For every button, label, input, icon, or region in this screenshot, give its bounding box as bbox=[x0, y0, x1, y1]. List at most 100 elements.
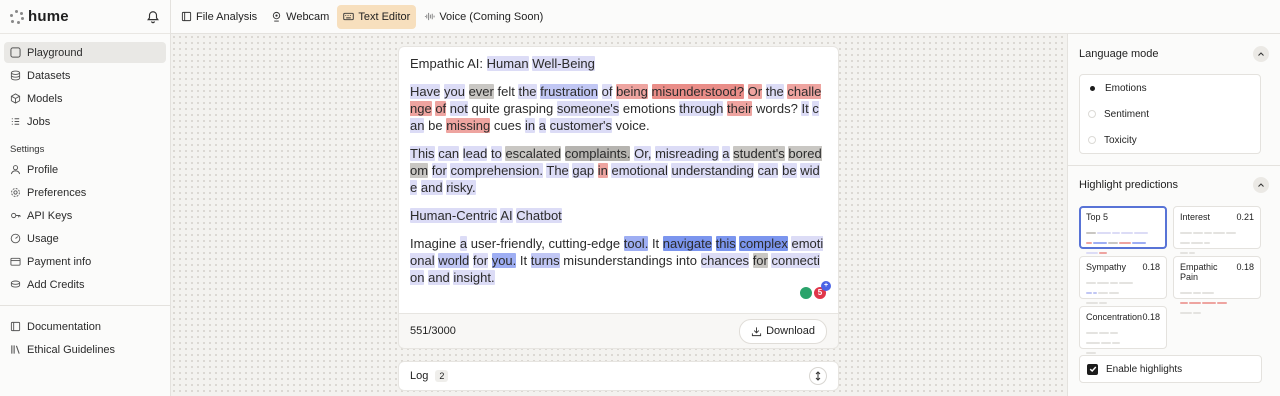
highlighted-word: risky. bbox=[446, 180, 476, 195]
sidebar-item-add-credits[interactable]: Add Credits bbox=[4, 274, 166, 295]
mode-tabs: File Analysis Webcam Text Editor Voice (… bbox=[171, 0, 1280, 34]
highlighted-word: quite bbox=[471, 101, 500, 116]
radio-sentiment[interactable]: Sentiment bbox=[1080, 101, 1260, 127]
enable-highlights-toggle[interactable]: Enable highlights bbox=[1079, 355, 1262, 383]
highlighted-word: understanding bbox=[671, 163, 754, 178]
database-icon bbox=[10, 70, 21, 81]
logo-text[interactable]: hume bbox=[28, 8, 69, 25]
highlighted-word: through bbox=[679, 101, 724, 116]
highlighted-word: Human bbox=[486, 56, 529, 71]
editor-footer: 551/3000 Download bbox=[398, 314, 839, 349]
sidebar-item-api-keys[interactable]: API Keys bbox=[4, 205, 166, 226]
tab-label: Text Editor bbox=[358, 10, 411, 23]
highlight-predictions-header[interactable]: Highlight predictions bbox=[1068, 166, 1280, 204]
sidebar-item-label: Documentation bbox=[27, 320, 101, 333]
sidebar-item-payment-info[interactable]: Payment info bbox=[4, 251, 166, 272]
sidebar-item-label: Jobs bbox=[27, 115, 51, 128]
editor-paragraph-2: This can lead to escalated complaints. O… bbox=[410, 145, 826, 196]
expand-icon[interactable] bbox=[809, 367, 827, 385]
highlighted-word: for bbox=[472, 253, 489, 268]
suggestions-badge[interactable]: 5 + bbox=[812, 281, 831, 301]
highlighted-word: Well-Being bbox=[532, 56, 595, 71]
highlighted-word: It bbox=[801, 101, 809, 116]
log-panel[interactable]: Log 2 bbox=[398, 361, 839, 391]
highlighted-word: navigate bbox=[662, 236, 712, 251]
main-nav: Playground Datasets Models Jobs bbox=[0, 34, 170, 132]
highlighted-word: insight. bbox=[453, 270, 495, 285]
sidebar: hume Playground Datasets Models Jobs Set… bbox=[0, 0, 171, 396]
highlighted-word: you. bbox=[491, 253, 517, 268]
sidebar-item-usage[interactable]: Usage bbox=[4, 228, 166, 249]
highlighted-word: Or bbox=[747, 84, 763, 99]
sidebar-item-jobs[interactable]: Jobs bbox=[4, 111, 166, 132]
settings-nav: Profile Preferences API Keys Usage Payme… bbox=[0, 159, 170, 295]
settings-panel: Language mode Emotions Sentiment Toxicit… bbox=[1067, 34, 1280, 396]
highlighted-word: felt bbox=[497, 84, 515, 99]
highlighted-word: voice. bbox=[615, 118, 650, 133]
radio-toxicity[interactable]: Toxicity bbox=[1080, 127, 1260, 153]
radio-emotions[interactable]: Emotions bbox=[1080, 75, 1260, 101]
highlighted-word: you bbox=[443, 84, 465, 99]
language-mode-header[interactable]: Language mode bbox=[1068, 34, 1280, 74]
highlighted-word: the bbox=[518, 84, 537, 99]
tab-file-analysis[interactable]: File Analysis bbox=[175, 5, 263, 29]
tab-voice[interactable]: Voice (Coming Soon) bbox=[418, 5, 549, 29]
language-mode-options: Emotions Sentiment Toxicity bbox=[1079, 74, 1261, 154]
highlighted-word: frustration bbox=[540, 84, 598, 99]
download-button[interactable]: Download bbox=[739, 318, 827, 344]
highlighted-word: turns bbox=[530, 253, 560, 268]
prediction-empathic-pain[interactable]: Empathic Pain 0.18 bbox=[1173, 256, 1261, 314]
prediction-sympathy[interactable]: Sympathy 0.18 bbox=[1079, 256, 1167, 304]
checkbox-checked-icon[interactable] bbox=[1087, 363, 1098, 375]
highlighted-word: the bbox=[765, 84, 784, 99]
sidebar-item-datasets[interactable]: Datasets bbox=[4, 65, 166, 86]
radio-label: Toxicity bbox=[1104, 134, 1137, 146]
hume-logo-icon bbox=[10, 9, 24, 24]
bell-icon[interactable] bbox=[146, 10, 160, 24]
highlighted-word: AI bbox=[500, 208, 513, 223]
editor-paragraph-1: Have you ever felt the frustration of be… bbox=[410, 83, 826, 134]
gear-icon bbox=[11, 188, 20, 197]
highlighted-word: Imagine bbox=[410, 236, 457, 251]
highlighted-word: misreading bbox=[655, 146, 719, 161]
sidebar-item-ethical-guidelines[interactable]: Ethical Guidelines bbox=[4, 339, 166, 360]
tab-text-editor[interactable]: Text Editor bbox=[337, 4, 417, 29]
file-icon bbox=[181, 11, 192, 22]
prediction-preview bbox=[1086, 328, 1160, 358]
text-editor[interactable]: Empathic AI: Human Well-Being Have you e… bbox=[398, 46, 839, 314]
highlighted-word: complex bbox=[739, 236, 788, 251]
prediction-interest[interactable]: Interest 0.21 bbox=[1173, 206, 1261, 254]
highlighted-word: It bbox=[651, 236, 660, 251]
prediction-score: 0.18 bbox=[1236, 262, 1254, 272]
grammar-widget[interactable]: 5 + bbox=[798, 281, 831, 301]
sidebar-item-label: Ethical Guidelines bbox=[27, 343, 116, 356]
highlighted-word: this bbox=[715, 236, 736, 251]
prediction-concentration[interactable]: Concentration 0.18 bbox=[1079, 306, 1167, 354]
sidebar-item-models[interactable]: Models bbox=[4, 88, 166, 109]
highlighted-word: AI: bbox=[467, 56, 484, 71]
chevron-up-icon[interactable] bbox=[1253, 46, 1269, 62]
sidebar-item-playground[interactable]: Playground bbox=[4, 42, 166, 63]
prediction-preview bbox=[1180, 288, 1254, 318]
download-icon bbox=[751, 326, 762, 336]
settings-heading: Settings bbox=[10, 144, 45, 155]
sidebar-item-documentation[interactable]: Documentation bbox=[4, 316, 166, 337]
sidebar-item-label: Profile bbox=[27, 163, 59, 176]
key-icon bbox=[11, 212, 21, 219]
sidebar-item-profile[interactable]: Profile bbox=[4, 159, 166, 180]
prediction-score: 0.18 bbox=[1142, 262, 1160, 272]
prediction-top-5[interactable]: Top 5 bbox=[1079, 206, 1167, 254]
highlighted-word: Human-Centric bbox=[410, 208, 498, 223]
tab-label: Voice (Coming Soon) bbox=[439, 10, 544, 23]
highlighted-word: This bbox=[410, 146, 435, 161]
coins-icon bbox=[10, 280, 21, 288]
highlighted-word: gap bbox=[572, 163, 595, 178]
highlighted-word: misunderstood? bbox=[651, 84, 745, 99]
chevron-up-icon[interactable] bbox=[1253, 177, 1269, 193]
keyboard-icon bbox=[343, 12, 355, 21]
sidebar-item-preferences[interactable]: Preferences bbox=[4, 182, 166, 203]
sidebar-item-label: Payment info bbox=[27, 255, 92, 268]
prediction-preview bbox=[1180, 228, 1254, 258]
tab-webcam[interactable]: Webcam bbox=[265, 5, 335, 29]
book-icon bbox=[10, 321, 21, 332]
